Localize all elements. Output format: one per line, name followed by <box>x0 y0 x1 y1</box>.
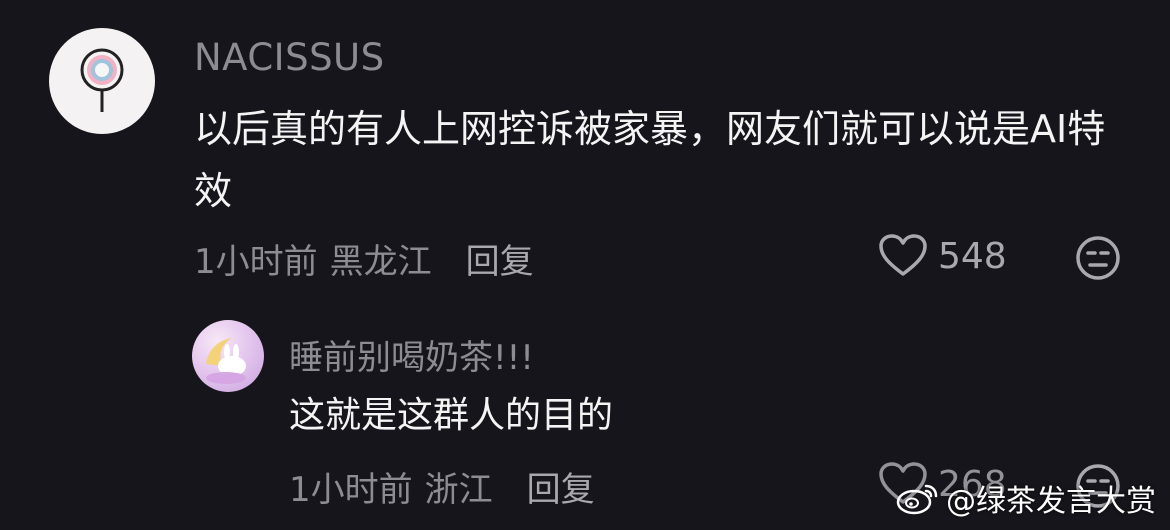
comment-text: 这就是这群人的目的 <box>289 395 614 436</box>
weibo-watermark: @绿茶发言大赏 <box>896 476 1156 520</box>
timestamp: 1小时前 <box>194 242 318 282</box>
like-button[interactable]: 548 <box>878 234 1007 278</box>
avatar[interactable] <box>49 28 155 134</box>
comment-text: 以后真的有人上网控诉被家暴，网友们就可以说是AI特效 <box>194 107 1106 213</box>
bunny-moon-avatar-icon <box>206 338 246 384</box>
avatar[interactable] <box>192 320 264 392</box>
username[interactable]: NACISSUS <box>194 36 385 79</box>
lollipop-avatar-icon <box>80 48 124 112</box>
timestamp: 1小时前 <box>289 470 413 510</box>
weibo-logo-icon <box>896 484 938 515</box>
reply-button[interactable]: 回复 <box>527 470 595 510</box>
location: 浙江 <box>424 470 493 510</box>
watermark-handle: @绿茶发言大赏 <box>946 484 1156 519</box>
neutral-face-icon <box>1076 236 1120 280</box>
reply-button[interactable]: 回复 <box>466 242 534 282</box>
comment-meta: 1小时前 浙江 回复 <box>289 462 607 511</box>
heart-icon <box>879 234 927 276</box>
username[interactable]: 睡前别喝奶茶!!! <box>289 330 534 379</box>
like-count: 548 <box>938 235 1007 277</box>
location: 黑龙江 <box>329 242 432 282</box>
comment-meta: 1小时前 黑龙江 回复 <box>194 234 546 283</box>
dislike-button[interactable] <box>1074 234 1122 286</box>
